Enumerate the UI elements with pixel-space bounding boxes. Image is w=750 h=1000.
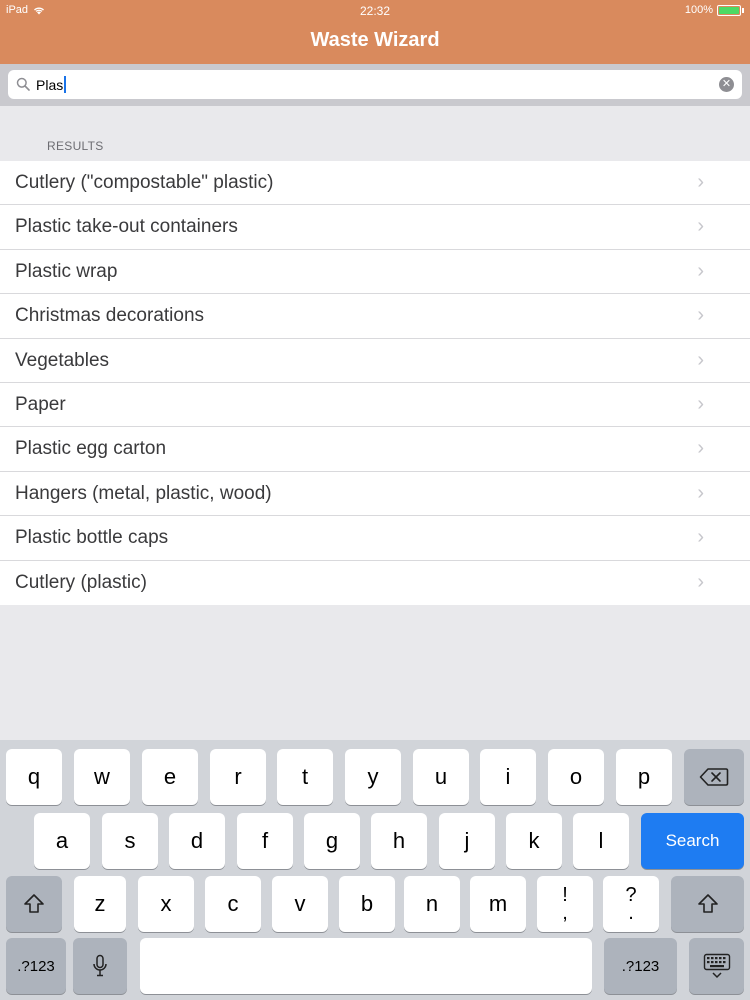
key-m[interactable]: m [470,876,526,932]
list-item-label: Cutlery (plastic) [15,571,147,593]
search-bar-area: Plas ✕ [0,64,750,106]
chevron-right-icon: › [697,304,704,327]
backspace-icon [699,768,729,786]
key-l[interactable]: l [573,813,629,869]
key-w[interactable]: w [74,749,130,805]
key-t[interactable]: t [277,749,333,805]
key-exclaim-comma[interactable]: ! , [537,876,593,932]
battery-percent: 100% [684,4,713,16]
chevron-right-icon: › [697,526,704,549]
chevron-right-icon: › [697,481,704,504]
key-z[interactable]: z [74,876,126,932]
list-item[interactable]: Plastic wrap › [0,250,750,295]
space-bar[interactable] [140,938,592,994]
key-c[interactable]: c [205,876,261,932]
key-r[interactable]: r [210,749,266,805]
chevron-right-icon: › [697,437,704,460]
dictation-key[interactable] [73,938,127,994]
list-item[interactable]: Cutlery ("compostable" plastic) › [0,161,750,206]
key-y[interactable]: y [345,749,401,805]
key-v[interactable]: v [272,876,328,932]
search-input[interactable]: Plas ✕ [8,70,742,99]
chevron-right-icon: › [697,348,704,371]
search-query-text: Plas [36,77,64,93]
list-item-label: Plastic egg carton [15,438,167,460]
key-u[interactable]: u [413,749,469,805]
key-s[interactable]: s [102,813,158,869]
list-item-label: Cutlery ("compostable" plastic) [15,172,274,193]
numbers-key-right[interactable]: .?123 [604,938,677,994]
key-bottom-char: . [628,902,634,924]
shift-key-left[interactable] [6,876,62,932]
numbers-key-left[interactable]: .?123 [6,938,66,994]
list-item[interactable]: Christmas decorations › [0,294,750,339]
list-item-label: Vegetables [15,349,110,371]
page-title: Waste Wizard [310,29,440,51]
results-section-header: RESULTS [47,139,104,153]
keyboard-dismiss-icon [703,953,730,979]
list-item[interactable]: Paper › [0,383,750,428]
clear-icon[interactable]: ✕ [719,77,734,92]
navigation-header: iPad 22:32 100% Waste Wizard [0,0,750,64]
key-x[interactable]: x [138,876,194,932]
list-item-label: Plastic take-out containers [15,216,238,238]
on-screen-keyboard: q w e r t y u i o p a s d f g h j k l Se… [0,740,750,1000]
backspace-key[interactable] [684,749,744,805]
key-bottom-char: , [562,902,568,924]
hide-keyboard-key[interactable] [689,938,744,994]
chevron-right-icon: › [697,259,704,282]
key-d[interactable]: d [169,813,225,869]
key-j[interactable]: j [439,813,495,869]
search-icon [16,77,30,91]
list-item-label: Hangers (metal, plastic, wood) [15,482,272,504]
key-question-period[interactable]: ? . [603,876,659,932]
list-item-label: Christmas decorations [15,305,205,327]
list-item[interactable]: Cutlery (plastic) › [0,561,750,605]
list-item[interactable]: Plastic take-out containers › [0,205,750,250]
shift-icon [24,894,44,913]
key-i[interactable]: i [480,749,536,805]
key-n[interactable]: n [404,876,460,932]
battery-icon [717,4,741,16]
chevron-right-icon: › [697,171,704,193]
search-query: Plas [36,76,67,93]
key-g[interactable]: g [304,813,360,869]
key-k[interactable]: k [506,813,562,869]
microphone-icon [93,954,107,977]
key-q[interactable]: q [6,749,62,805]
list-item-label: Paper [15,393,66,415]
list-item-label: Plastic bottle caps [15,527,169,549]
key-e[interactable]: e [142,749,198,805]
status-bar: iPad 22:32 100% [0,0,750,20]
chevron-right-icon: › [697,570,704,593]
chevron-right-icon: › [697,215,704,238]
list-item[interactable]: Hangers (metal, plastic, wood) › [0,472,750,517]
chevron-right-icon: › [697,392,704,415]
battery-tip [742,7,744,13]
key-f[interactable]: f [237,813,293,869]
list-item-label: Plastic wrap [15,260,118,282]
search-key[interactable]: Search [641,813,744,869]
key-h[interactable]: h [371,813,427,869]
list-item[interactable]: Plastic bottle caps › [0,516,750,561]
shift-icon [697,894,718,913]
key-a[interactable]: a [34,813,90,869]
clock: 22:32 [359,4,391,18]
list-item[interactable]: Plastic egg carton › [0,427,750,472]
text-cursor [64,76,67,93]
key-b[interactable]: b [339,876,395,932]
key-p[interactable]: p [616,749,672,805]
status-right: 100% [685,4,744,16]
shift-key-right[interactable] [671,876,744,932]
list-item[interactable]: Vegetables › [0,339,750,383]
key-o[interactable]: o [548,749,604,805]
results-list: Cutlery ("compostable" plastic) › Plastic… [0,161,750,605]
